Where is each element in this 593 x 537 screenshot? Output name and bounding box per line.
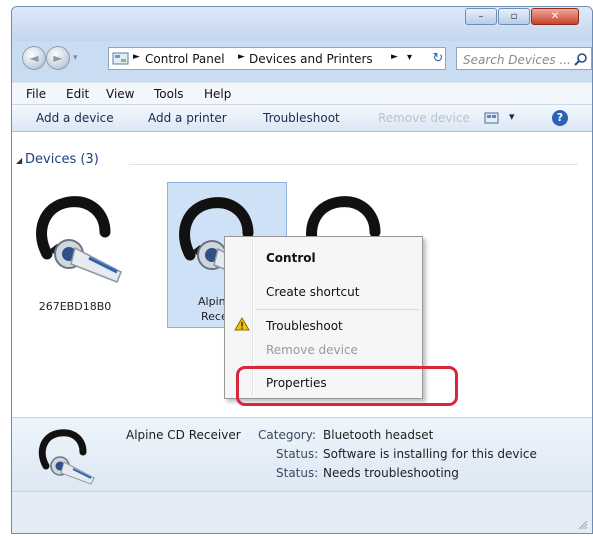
menu-item-create-shortcut[interactable]: Create shortcut bbox=[266, 285, 359, 299]
devices-group-header[interactable]: Devices (3) bbox=[25, 152, 99, 167]
address-dropdown-icon[interactable]: ▾ bbox=[407, 52, 412, 63]
resize-grip-icon[interactable] bbox=[578, 520, 588, 530]
remove-device-button[interactable]: Remove device bbox=[378, 111, 470, 125]
add-printer-button[interactable]: Add a printer bbox=[148, 111, 227, 125]
crumb-separator-icon: ► bbox=[238, 52, 245, 62]
close-icon: ✕ bbox=[550, 11, 560, 22]
details-category-value: Bluetooth headset bbox=[323, 428, 434, 442]
headset-icon bbox=[36, 196, 122, 283]
menu-view[interactable]: View bbox=[106, 87, 134, 101]
minimize-button[interactable]: – bbox=[465, 8, 497, 25]
change-view-icon[interactable] bbox=[484, 112, 500, 124]
details-device-name: Alpine CD Receiver bbox=[126, 428, 241, 442]
help-icon[interactable]: ? bbox=[552, 110, 568, 126]
address-bar[interactable]: ► Control Panel ► Devices and Printers ►… bbox=[108, 47, 446, 70]
control-panel-icon bbox=[112, 52, 129, 65]
menu-item-control[interactable]: Control bbox=[266, 251, 316, 265]
headset-icon bbox=[38, 429, 95, 485]
close-button[interactable]: ✕ bbox=[531, 8, 579, 25]
title-bar[interactable]: – ▫ ✕ bbox=[12, 7, 592, 41]
refresh-icon[interactable]: ↻ bbox=[429, 50, 447, 67]
device-item[interactable]: 267EBD18B0 bbox=[15, 182, 135, 328]
back-arrow-icon: ◄ bbox=[29, 51, 39, 65]
breadcrumb-devices-and-printers[interactable]: Devices and Printers bbox=[249, 52, 373, 66]
command-bar: Add a device Add a printer Troubleshoot … bbox=[12, 104, 592, 132]
menu-bar: File Edit View Tools Help bbox=[12, 82, 592, 105]
group-divider bbox=[129, 164, 578, 165]
menu-item-troubleshoot[interactable]: Troubleshoot bbox=[266, 319, 343, 333]
menu-help[interactable]: Help bbox=[204, 87, 231, 101]
menu-separator bbox=[255, 309, 419, 310]
search-icon[interactable] bbox=[574, 52, 588, 66]
back-button[interactable]: ◄ bbox=[22, 46, 46, 70]
crumb-separator-icon: ► bbox=[133, 52, 140, 62]
crumb-separator-icon[interactable]: ► bbox=[391, 52, 398, 62]
details-category-label: Category: bbox=[258, 428, 316, 442]
troubleshoot-button[interactable]: Troubleshoot bbox=[263, 111, 340, 125]
minimize-icon: – bbox=[478, 11, 484, 22]
menu-tools[interactable]: Tools bbox=[154, 87, 184, 101]
details-status-value: Software is installing for this device bbox=[323, 447, 537, 461]
maximize-button[interactable]: ▫ bbox=[498, 8, 530, 25]
status-bar bbox=[12, 491, 592, 533]
menu-item-remove-device: Remove device bbox=[266, 343, 358, 357]
recent-pages-dropdown[interactable]: ▾ bbox=[73, 53, 78, 63]
breadcrumb-control-panel[interactable]: Control Panel bbox=[145, 52, 225, 66]
forward-button[interactable]: ► bbox=[46, 46, 70, 70]
details-status-label: Status: bbox=[276, 447, 319, 461]
details-status-value: Needs troubleshooting bbox=[323, 466, 459, 480]
details-pane: Alpine CD Receiver Category: Bluetooth h… bbox=[12, 417, 592, 492]
maximize-icon: ▫ bbox=[510, 11, 518, 22]
search-input[interactable] bbox=[461, 50, 573, 69]
search-box[interactable] bbox=[456, 47, 592, 70]
menu-file[interactable]: File bbox=[26, 87, 46, 101]
warning-icon bbox=[234, 317, 250, 331]
add-device-button[interactable]: Add a device bbox=[36, 111, 114, 125]
forward-arrow-icon: ► bbox=[53, 51, 63, 65]
view-options-dropdown-icon[interactable]: ▾ bbox=[509, 110, 515, 123]
device-label: 267EBD18B0 bbox=[38, 300, 112, 313]
details-status-label: Status: bbox=[276, 466, 319, 480]
collapse-group-icon[interactable]: ◢ bbox=[16, 156, 22, 165]
menu-edit[interactable]: Edit bbox=[66, 87, 89, 101]
properties-highlight-annotation bbox=[236, 366, 458, 406]
